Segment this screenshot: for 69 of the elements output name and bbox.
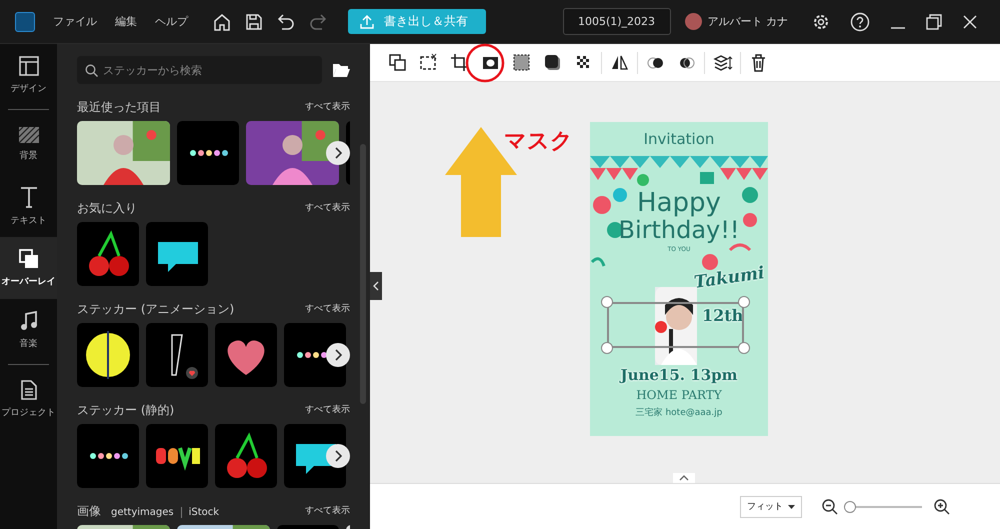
home-icon[interactable] — [213, 12, 231, 30]
scrollbar[interactable] — [360, 144, 366, 404]
document-icon — [20, 380, 36, 400]
sidebar-tab[interactable]: テキスト — [0, 175, 57, 237]
date-text: June15. 13pm — [618, 366, 738, 384]
folder-icon[interactable] — [332, 62, 350, 78]
settings-icon[interactable] — [812, 12, 830, 30]
event-text: HOME PARTY — [635, 388, 723, 402]
layout-icon — [18, 56, 38, 76]
menu-item[interactable]: ファイル — [53, 14, 97, 29]
invitation-heading: Invitation — [642, 130, 716, 148]
sidebar-tab[interactable]: 背景 — [0, 113, 57, 175]
redo-icon[interactable] — [309, 12, 327, 30]
chevron-right-icon — [334, 147, 342, 159]
zoom-dropdown[interactable]: フィット — [740, 496, 802, 518]
chevron-right-icon — [334, 450, 342, 462]
search-icon — [85, 64, 98, 77]
restore-icon[interactable] — [926, 14, 942, 30]
happy-title: Happy — [636, 188, 722, 218]
expand-button[interactable] — [673, 473, 695, 483]
menu-item[interactable]: ヘルプ — [155, 14, 188, 29]
resize-handle[interactable] — [601, 296, 613, 308]
chevron-left-icon — [373, 281, 379, 291]
sidebar-tab[interactable]: オーバーレイ — [0, 237, 57, 299]
brand-logo: gettyimages — [111, 507, 174, 518]
section-title: ステッカー (アニメーション) — [77, 302, 234, 316]
address-text: 三宅家 hote@aaa.jp — [634, 406, 724, 419]
zoom-in-icon[interactable] — [934, 498, 950, 514]
section-title: ステッカー (静的) — [77, 403, 174, 417]
hatch-icon — [18, 126, 38, 142]
age-text: 12th — [702, 306, 744, 325]
section-title: 画像 — [77, 504, 101, 518]
slider-thumb[interactable] — [844, 500, 856, 512]
show-all-link[interactable]: すべて表示 — [305, 200, 350, 214]
app-logo[interactable] — [15, 12, 35, 32]
show-all-link[interactable]: すべて表示 — [305, 100, 350, 112]
text-icon — [18, 186, 38, 208]
collapse-panel-button[interactable] — [370, 272, 382, 300]
undo-icon[interactable] — [277, 12, 295, 30]
upload-icon — [360, 14, 374, 28]
brand-logo: iStock — [180, 507, 220, 518]
sidebar-tab[interactable]: プロジェクト — [0, 368, 57, 430]
resize-handle[interactable] — [601, 342, 613, 354]
name-text: Takumi — [692, 263, 766, 293]
music-note-icon — [20, 310, 38, 330]
chevron-right-icon — [334, 349, 342, 361]
section-title: 最近使った項目 — [77, 100, 161, 114]
user-name[interactable]: アルバート カナ — [708, 14, 788, 29]
resize-handle[interactable] — [738, 296, 750, 308]
save-icon[interactable] — [245, 12, 263, 30]
close-icon[interactable] — [962, 14, 978, 30]
resize-handle[interactable] — [738, 342, 750, 354]
menu-item[interactable]: 編集 — [115, 14, 137, 29]
show-all-link[interactable]: すべて表示 — [305, 504, 350, 516]
show-all-link[interactable]: すべて表示 — [305, 302, 350, 314]
zoom-out-icon[interactable] — [822, 498, 838, 514]
overlay-icon — [18, 248, 38, 268]
chevron-up-icon — [679, 475, 689, 481]
help-icon[interactable] — [850, 12, 870, 32]
circle-annotation — [465, 43, 505, 83]
caret-icon — [788, 504, 795, 508]
avatar[interactable] — [684, 13, 702, 30]
project-name-field[interactable]: 1005(1)_2023 — [562, 8, 670, 35]
sidebar-tab[interactable]: 音楽 — [0, 299, 57, 361]
section-title: お気に入り — [77, 201, 137, 215]
annotation-label: マスク — [504, 128, 573, 156]
sidebar-tab[interactable]: デザイン — [0, 44, 57, 106]
show-all-link[interactable]: すべて表示 — [305, 402, 350, 416]
search-field[interactable]: ステッカーから検索 — [77, 56, 322, 84]
